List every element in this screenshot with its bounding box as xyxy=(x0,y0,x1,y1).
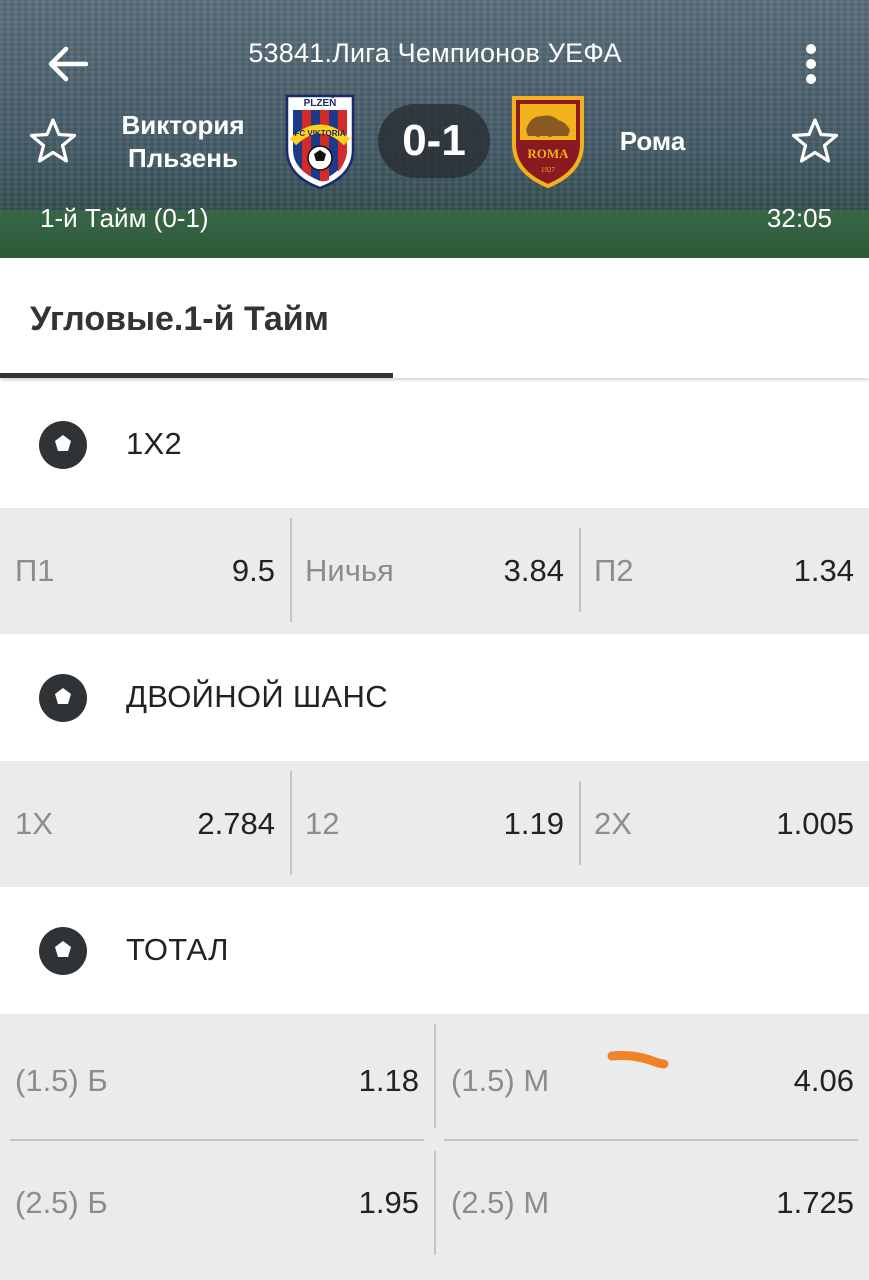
match-period: 1-й Тайм (0-1) xyxy=(40,203,209,233)
odds-label: (1.5) М xyxy=(451,1062,550,1098)
section-title: ТОТАЛ xyxy=(126,932,229,967)
section-total-header[interactable]: ТОТАЛ xyxy=(0,888,869,1014)
svg-text:FC VIKTORIA: FC VIKTORIA xyxy=(295,129,346,138)
tab-label: Угловые.1-й Тайм xyxy=(30,300,329,338)
odds-cell-under-2-5[interactable]: (2.5) М 1.725 xyxy=(436,1141,869,1265)
away-team-name: Рома xyxy=(619,126,686,156)
favorite-away-button[interactable] xyxy=(790,116,840,166)
away-team-crest: ROMA 1927 xyxy=(508,92,588,189)
odds-value: 1.19 xyxy=(503,806,564,841)
odds-label: Ничья xyxy=(305,553,394,588)
home-team-name-line1: Виктория xyxy=(121,110,245,140)
odds-grid-total: (1.5) Б 1.18 (1.5) М 4.06 (2.5) Б 1.95 (… xyxy=(0,1014,869,1280)
tab-active-indicator xyxy=(0,373,393,378)
match-clock: 32:05 xyxy=(766,203,832,233)
home-team-name-line2: Пльзень xyxy=(128,143,238,173)
section-1x2-header[interactable]: 1X2 xyxy=(0,382,869,508)
odds-row-double-chance: 1X 2.784 12 1.19 2X 1.005 xyxy=(0,761,869,887)
odds-cell-under-1-5[interactable]: (1.5) М 4.06 xyxy=(436,1014,869,1147)
odds-value: 4.06 xyxy=(793,1062,854,1098)
soccer-ball-icon xyxy=(39,927,87,975)
soccer-ball-icon xyxy=(39,674,87,722)
odds-cell-over-1-5[interactable]: (1.5) Б 1.18 xyxy=(0,1014,434,1147)
divider xyxy=(434,1151,436,1255)
match-score: 0-1 xyxy=(378,104,490,178)
odds-row-1x2: П1 9.5 Ничья 3.84 П2 1.34 xyxy=(0,508,869,634)
soccer-ball-icon xyxy=(39,421,87,469)
more-vertical-icon xyxy=(806,44,816,84)
section-title: ДВОЙНОЙ ШАНС xyxy=(126,679,388,714)
section-title: 1X2 xyxy=(126,426,183,461)
market-tab-bar: Угловые.1-й Тайм xyxy=(0,258,869,378)
odds-cell-2x[interactable]: 2X 1.005 xyxy=(579,761,869,887)
odds-label: (1.5) Б xyxy=(15,1062,108,1098)
match-header: 53841.Лига Чемпионов УЕФА Виктория Пльзе… xyxy=(0,0,869,258)
odds-value: 1.18 xyxy=(358,1062,419,1098)
svg-text:PLZEŇ: PLZEŇ xyxy=(304,96,337,109)
odds-label: П1 xyxy=(15,553,55,588)
odds-cell-12[interactable]: 12 1.19 xyxy=(290,761,579,887)
league-title: 53841.Лига Чемпионов УЕФА xyxy=(248,38,622,68)
odds-cell-draw[interactable]: Ничья 3.84 xyxy=(290,508,579,634)
tab-corners-first-half[interactable]: Угловые.1-й Тайм xyxy=(0,258,393,378)
odds-cell-p1[interactable]: П1 9.5 xyxy=(0,508,290,634)
svg-text:ROMA: ROMA xyxy=(527,146,569,161)
home-team-crest: PLZEŇ FC VIKTORIA xyxy=(283,92,357,190)
annotation-stroke xyxy=(607,1051,669,1069)
home-team-name: Виктория Пльзень xyxy=(110,109,256,175)
odds-label: 12 xyxy=(305,806,340,841)
star-outline-icon xyxy=(29,118,77,163)
favorite-home-button[interactable] xyxy=(28,116,78,166)
divider xyxy=(434,1024,436,1128)
odds-value: 1.95 xyxy=(358,1185,419,1220)
odds-value: 1.005 xyxy=(776,806,854,841)
odds-label: 2X xyxy=(594,806,632,841)
odds-cell-over-2-5[interactable]: (2.5) Б 1.95 xyxy=(0,1141,434,1265)
odds-label: П2 xyxy=(594,553,634,588)
more-menu-button[interactable] xyxy=(796,40,826,88)
odds-value: 1.34 xyxy=(793,553,854,588)
odds-label: (2.5) М xyxy=(451,1185,550,1220)
odds-cell-1x[interactable]: 1X 2.784 xyxy=(0,761,290,887)
odds-value: 2.784 xyxy=(197,806,275,841)
arrow-left-icon xyxy=(48,46,89,82)
odds-label: (2.5) Б xyxy=(15,1185,108,1220)
odds-label: 1X xyxy=(15,806,53,841)
odds-cell-p2[interactable]: П2 1.34 xyxy=(579,508,869,634)
svg-text:1927: 1927 xyxy=(541,166,556,174)
odds-value: 3.84 xyxy=(503,553,564,588)
section-double-chance-header[interactable]: ДВОЙНОЙ ШАНС xyxy=(0,635,869,761)
star-outline-icon xyxy=(791,118,839,163)
odds-value: 9.5 xyxy=(231,553,275,588)
back-button[interactable] xyxy=(44,40,92,88)
odds-value: 1.725 xyxy=(776,1185,854,1220)
